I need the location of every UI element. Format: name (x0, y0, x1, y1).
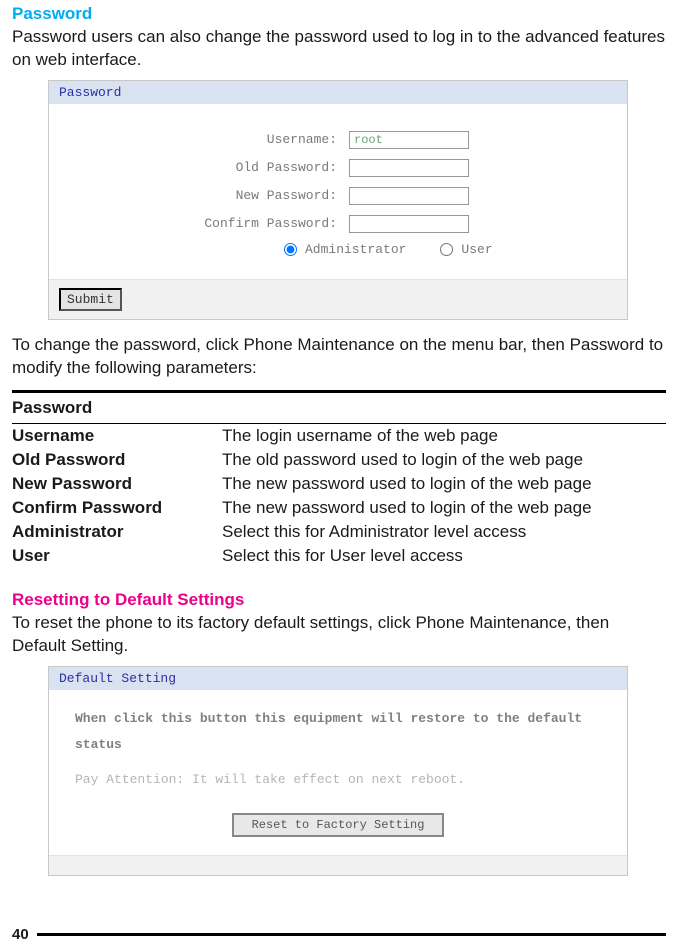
form-row-confirm: Confirm Password: (69, 212, 607, 236)
page-footer: 40 (12, 926, 666, 943)
table-key: Username (12, 426, 222, 446)
panel-footer: Submit (49, 279, 627, 319)
table-row: Confirm Password The new password used t… (12, 496, 666, 520)
section-paragraph: Password users can also change the passw… (12, 26, 666, 72)
user-radio[interactable] (440, 243, 453, 256)
submit-button[interactable]: Submit (59, 288, 122, 311)
panel-footer (49, 855, 627, 875)
table-row: Administrator Select this for Administra… (12, 520, 666, 544)
default-setting-panel: Default Setting When click this button t… (48, 666, 628, 876)
table-val: Select this for User level access (222, 546, 666, 566)
confirm-password-label: Confirm Password: (69, 216, 349, 231)
form-row-new: New Password: (69, 184, 607, 208)
table-title: Password (12, 390, 666, 424)
table-key: Confirm Password (12, 498, 222, 518)
form-row-old: Old Password: (69, 156, 607, 180)
table-row: Username The login username of the web p… (12, 424, 666, 448)
reset-to-factory-button[interactable]: Reset to Factory Setting (232, 813, 445, 837)
table-key: User (12, 546, 222, 566)
table-val: The new password used to login of the we… (222, 498, 666, 518)
table-val: Select this for Administrator level acce… (222, 522, 666, 542)
old-password-input[interactable] (349, 159, 469, 177)
reset-button-wrap: Reset to Factory Setting (75, 813, 601, 837)
instruction-paragraph: To change the password, click Phone Main… (12, 334, 666, 380)
table-val: The new password used to login of the we… (222, 474, 666, 494)
page-number: 40 (12, 926, 37, 943)
table-key: New Password (12, 474, 222, 494)
panel-title: Password (49, 81, 627, 104)
table-row: New Password The new password used to lo… (12, 472, 666, 496)
reset-message-2: Pay Attention: It will take effect on ne… (75, 772, 601, 787)
table-key: Administrator (12, 522, 222, 542)
new-password-input[interactable] (349, 187, 469, 205)
administrator-radio[interactable] (284, 243, 297, 256)
username-input[interactable] (349, 131, 469, 149)
panel-title: Default Setting (49, 667, 627, 690)
old-password-label: Old Password: (69, 160, 349, 175)
reset-paragraph: To reset the phone to its factory defaul… (12, 612, 666, 658)
table-row: User Select this for User level access (12, 544, 666, 568)
table-val: The login username of the web page (222, 426, 666, 446)
footer-rule (37, 933, 666, 936)
role-radio-row: Administrator User (69, 242, 607, 257)
reset-message-1: When click this button this equipment wi… (75, 706, 601, 758)
confirm-password-input[interactable] (349, 215, 469, 233)
panel-body: When click this button this equipment wi… (49, 690, 627, 855)
table-key: Old Password (12, 450, 222, 470)
administrator-label: Administrator (305, 242, 406, 257)
user-label: User (461, 242, 492, 257)
table-row: Old Password The old password used to lo… (12, 448, 666, 472)
table-val: The old password used to login of the we… (222, 450, 666, 470)
password-panel: Password Username: Old Password: New Pas… (48, 80, 628, 320)
section-heading-password: Password (12, 4, 666, 24)
panel-body: Username: Old Password: New Password: Co… (49, 104, 627, 279)
form-row-username: Username: (69, 128, 607, 152)
section-heading-reset: Resetting to Default Settings (12, 590, 666, 610)
username-label: Username: (69, 132, 349, 147)
new-password-label: New Password: (69, 188, 349, 203)
